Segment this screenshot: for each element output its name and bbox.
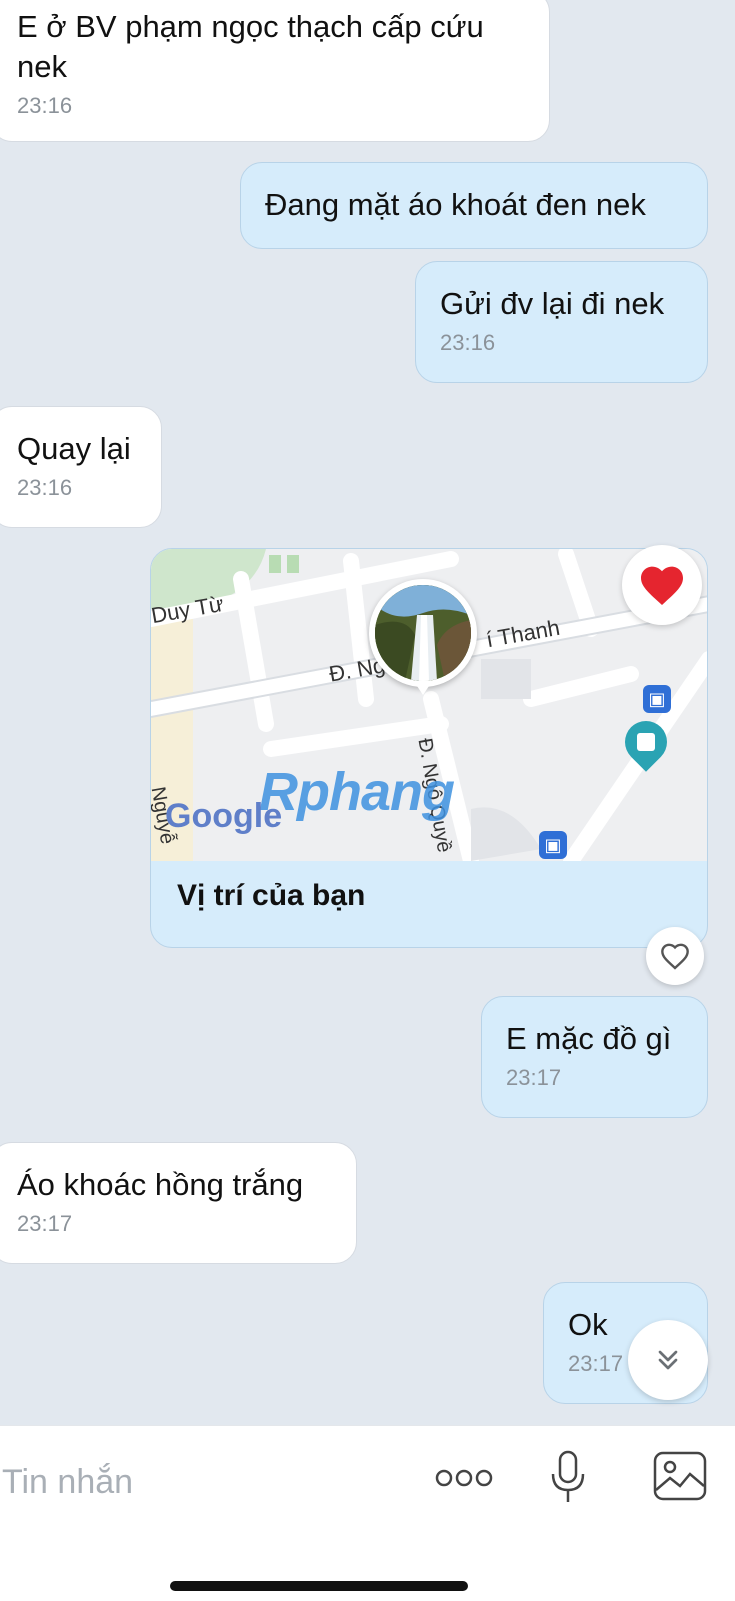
more-dots-icon (435, 1469, 493, 1487)
watermark-logo: Rphang (259, 762, 455, 822)
scroll-to-bottom-button[interactable] (628, 1320, 708, 1400)
message-time: 23:17 (506, 1065, 562, 1090)
message-input[interactable] (0, 1456, 404, 1508)
chevron-double-down-icon (658, 1350, 678, 1370)
location-card[interactable]: Duy Từ Đ. Ng í Thanh Đ. Ngô Quyề Nguyễ R… (150, 548, 708, 948)
gallery-button[interactable] (652, 1450, 708, 1504)
reaction-heart-button[interactable] (622, 545, 702, 625)
message-bubble-outgoing[interactable]: E mặc đồ gì 23:17 (481, 996, 708, 1118)
microphone-icon (551, 1450, 585, 1502)
message-bubble-incoming[interactable]: Quay lại 23:16 (0, 406, 162, 528)
voice-message-button[interactable] (548, 1448, 588, 1508)
message-bubble-outgoing[interactable]: Đang mặt áo khoát đen nek (240, 162, 708, 249)
home-indicator (170, 1581, 468, 1591)
heart-outline-icon (661, 943, 689, 970)
location-pin[interactable] (369, 579, 477, 695)
google-logo: Google (165, 797, 283, 835)
message-bubble-incoming[interactable]: E ở BV phạm ngọc thạch cấp cứu nek 23:16 (0, 0, 550, 142)
message-time: 23:16 (17, 93, 73, 118)
message-bubble-incoming[interactable]: Áo khoác hồng trắng 23:17 (0, 1142, 357, 1264)
message-text: Áo khoác hồng trắng (17, 1167, 304, 1202)
image-icon (653, 1451, 707, 1501)
message-text: E ở BV phạm ngọc thạch cấp cứu nek (17, 9, 484, 84)
message-time: 23:17 (17, 1211, 73, 1236)
waterfall-photo (375, 585, 471, 681)
message-text: E mặc đồ gì (506, 1021, 672, 1056)
message-text: Quay lại (17, 431, 131, 466)
message-time: 23:16 (440, 330, 496, 355)
message-bubble-outgoing[interactable]: Gửi đv lại đi nek 23:16 (415, 261, 708, 383)
react-button[interactable] (646, 927, 704, 985)
bus-stop-icon: ▣ (643, 685, 671, 713)
more-options-button[interactable] (434, 1458, 494, 1498)
message-time: 23:16 (17, 475, 73, 500)
message-text: Đang mặt áo khoát đen nek (265, 187, 646, 222)
heart-filled-icon (641, 566, 683, 605)
composer-bar (0, 1425, 735, 1601)
bus-stop-icon: ▣ (539, 831, 567, 859)
location-caption: Vị trí của bạn (177, 879, 366, 912)
message-text: Gửi đv lại đi nek (440, 286, 665, 321)
